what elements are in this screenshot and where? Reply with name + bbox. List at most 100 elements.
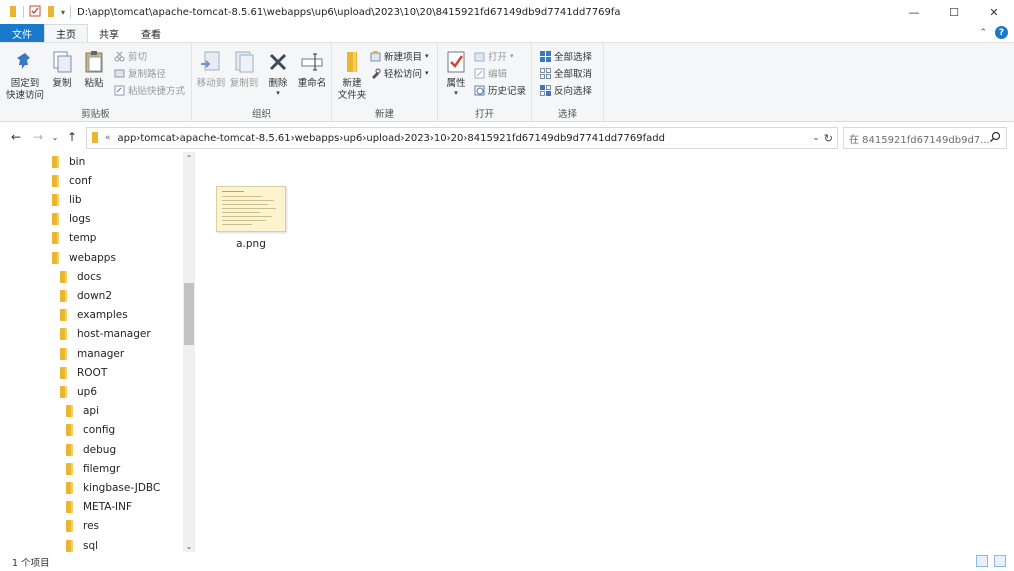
invert-selection-button[interactable]: 反向选择	[540, 83, 592, 97]
folder-icon	[60, 385, 67, 398]
forward-arrow-icon[interactable]: →	[28, 130, 48, 144]
copy-path-icon	[114, 68, 125, 79]
new-folder-icon[interactable]	[46, 5, 56, 20]
tree-item-label: META-INF	[83, 501, 133, 514]
rename-button[interactable]: 重命名	[296, 49, 328, 90]
tree-item[interactable]: up6	[60, 382, 97, 401]
folder-icon	[60, 328, 67, 341]
chevron-down-icon[interactable]: ▾	[61, 8, 65, 17]
pin-icon	[12, 49, 38, 75]
back-arrow-icon[interactable]: ←	[6, 130, 26, 144]
tab-home[interactable]: 主页	[44, 24, 88, 42]
folder-icon	[66, 520, 73, 533]
new-item-button[interactable]: 新建项目 ▾	[370, 49, 429, 63]
tab-share[interactable]: 共享	[88, 24, 130, 42]
file-item[interactable]: a.png	[212, 186, 290, 256]
up-arrow-icon[interactable]: ↑	[62, 130, 82, 144]
cut-label: 剪切	[128, 52, 148, 63]
tree-item[interactable]: filemgr	[66, 459, 120, 478]
tree-item[interactable]: config	[66, 421, 115, 440]
paste-shortcut-button[interactable]: 粘贴快捷方式	[114, 83, 185, 97]
folder-icon	[8, 5, 18, 20]
tree-item[interactable]: res	[66, 517, 99, 536]
breadcrumb-item[interactable]: apache-tomcat-8.5.61	[180, 133, 291, 144]
properties-button[interactable]: 属性 ▾	[442, 49, 470, 97]
minimize-button[interactable]: —	[894, 0, 934, 24]
tree-item[interactable]: host-manager	[60, 325, 151, 344]
select-none-icon	[540, 67, 551, 79]
tab-file[interactable]: 文件	[0, 24, 44, 42]
edit-button[interactable]: 编辑	[474, 66, 507, 80]
copy-button[interactable]: 复制	[48, 49, 76, 90]
chevron-down-icon[interactable]: ▾	[276, 90, 280, 97]
breadcrumb-item[interactable]: up6	[343, 133, 362, 144]
cut-button[interactable]: 剪切	[114, 49, 147, 63]
help-icon[interactable]: ?	[995, 26, 1008, 39]
tree-item[interactable]: kingbase-JDBC	[66, 478, 160, 497]
tree-item[interactable]: api	[66, 402, 99, 421]
new-folder-button[interactable]: 新建 文件夹	[336, 49, 368, 102]
select-none-button[interactable]: 全部取消	[540, 66, 592, 80]
details-view-icon[interactable]	[976, 555, 988, 567]
tree-item[interactable]: manager	[60, 344, 124, 363]
pin-label-line2: 快速访问	[5, 90, 44, 101]
tree-item[interactable]: temp	[52, 229, 96, 248]
scroll-down-chevron-icon[interactable]: ⌄	[183, 540, 195, 552]
recent-locations-chevron-icon[interactable]: ⌄	[50, 133, 60, 142]
tree-item[interactable]: debug	[66, 440, 116, 459]
copy-path-button[interactable]: 复制路径	[114, 66, 166, 80]
tree-item[interactable]: ROOT	[60, 363, 107, 382]
ribbon: 固定到 快速访问 复制 粘贴 剪切 复制路径 粘贴快捷方式 剪贴板 移动到 复制…	[0, 43, 1014, 122]
tree-item[interactable]: bin	[52, 152, 85, 171]
breadcrumb-item[interactable]: upload	[366, 133, 400, 144]
tree-item[interactable]: META-INF	[66, 498, 132, 517]
invert-selection-label: 反向选择	[554, 86, 593, 97]
select-all-button[interactable]: 全部选择	[540, 49, 592, 63]
close-button[interactable]: ✕	[974, 0, 1014, 24]
easy-access-button[interactable]: 轻松访问 ▾	[370, 66, 429, 80]
open-button[interactable]: 打开 ▾	[474, 49, 514, 63]
breadcrumb-item[interactable]: tomcat	[140, 133, 175, 144]
breadcrumb-item[interactable]: 10	[434, 133, 447, 144]
maximize-button[interactable]: ☐	[934, 0, 974, 24]
chevron-down-icon[interactable]: ▾	[454, 90, 458, 97]
scrollbar-thumb[interactable]	[184, 283, 194, 345]
copy-to-icon	[231, 49, 257, 75]
organize-group: 移动到 复制到 删除 ▾ 重命名 组织	[192, 43, 332, 122]
folder-icon	[66, 462, 73, 475]
tree-item[interactable]: conf	[52, 171, 92, 190]
scissors-icon	[114, 51, 125, 62]
tree-item[interactable]: docs	[60, 267, 101, 286]
tree-scrollbar[interactable]: ⌃ ⌄	[183, 152, 195, 552]
tree-item[interactable]: down2	[60, 286, 112, 305]
paste-icon	[81, 49, 107, 75]
tree-item[interactable]: logs	[52, 210, 90, 229]
breadcrumb-overflow-icon[interactable]: «	[105, 133, 111, 143]
pin-to-quick-access-button[interactable]: 固定到 快速访问	[5, 49, 45, 102]
address-bar[interactable]: « app › tomcat › apache-tomcat-8.5.61 › webapp…	[86, 127, 838, 149]
copy-to-button[interactable]: 复制到	[228, 49, 260, 90]
refresh-icon[interactable]: ↻	[824, 132, 833, 145]
address-dropdown-chevron-icon[interactable]: ⌄	[812, 133, 820, 143]
search-input[interactable]: 在 8415921fd67149db9d7...	[843, 127, 1007, 149]
scroll-up-chevron-icon[interactable]: ⌃	[183, 152, 195, 164]
paste-button[interactable]: 粘贴	[80, 49, 108, 90]
breadcrumb-item[interactable]: app	[118, 133, 137, 144]
move-to-button[interactable]: 移动到	[195, 49, 227, 90]
history-button[interactable]: 历史记录	[474, 83, 526, 97]
breadcrumb-item[interactable]: 2023	[404, 133, 429, 144]
chevron-up-icon[interactable]: ⌃	[979, 28, 987, 38]
breadcrumb-item[interactable]: 8415921fd67149db9d7741dd7769fadd	[467, 133, 665, 144]
breadcrumb-item[interactable]: webapps	[295, 133, 340, 144]
tree-item[interactable]: lib	[52, 190, 82, 209]
properties-check-icon[interactable]	[29, 5, 41, 20]
large-icons-view-icon[interactable]	[994, 555, 1006, 567]
tree-item[interactable]: webapps	[52, 248, 116, 267]
delete-button[interactable]: 删除 ▾	[264, 49, 292, 97]
tree-item-label: docs	[77, 270, 102, 283]
search-icon[interactable]	[989, 131, 1001, 146]
tree-item-label: lib	[69, 193, 82, 206]
breadcrumb-item[interactable]: 20	[451, 133, 464, 144]
tree-item[interactable]: examples	[60, 306, 128, 325]
tab-view[interactable]: 查看	[130, 24, 172, 42]
